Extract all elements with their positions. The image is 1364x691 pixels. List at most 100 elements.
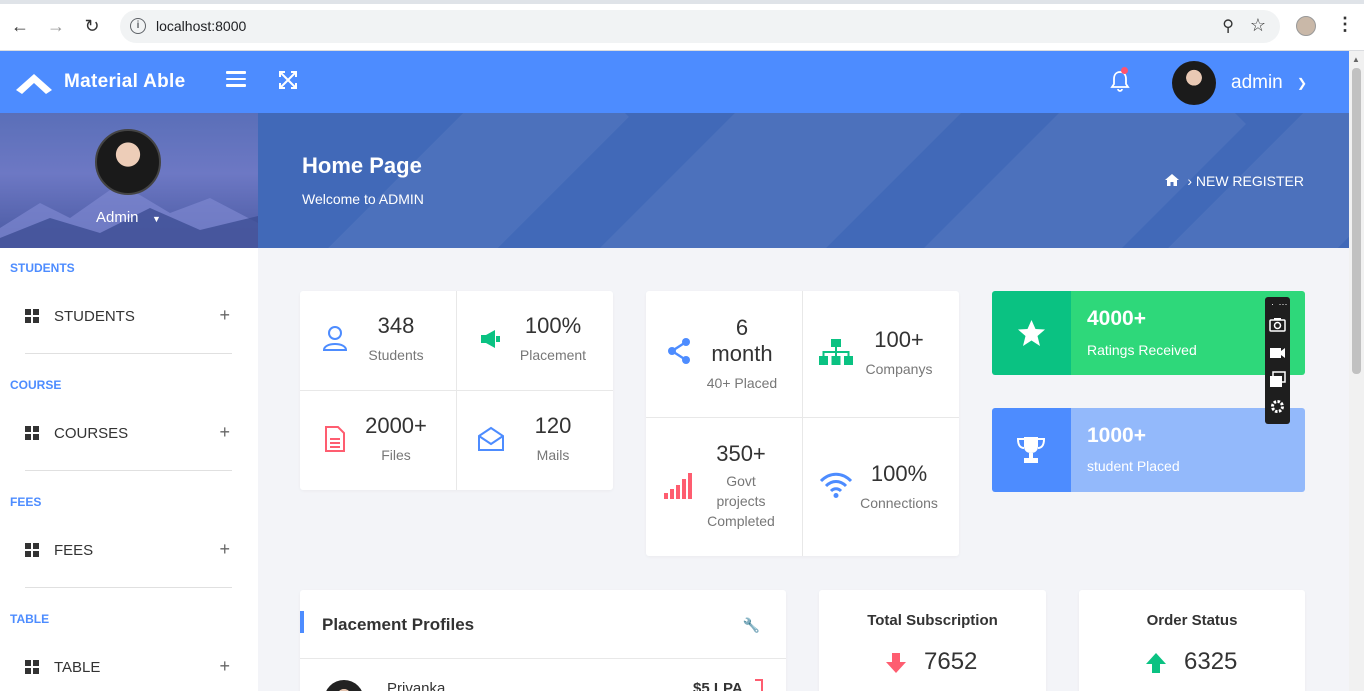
expand-plus-icon[interactable]: + — [219, 656, 230, 677]
card-title: Total Subscription — [867, 612, 998, 629]
expand-plus-icon[interactable]: + — [219, 539, 230, 560]
stat-label-line: Completed — [707, 513, 775, 529]
site-info-icon[interactable]: i — [130, 18, 146, 34]
section-title-fees: FEES — [10, 495, 42, 509]
stat-students: 348 Students — [356, 313, 436, 365]
url-text[interactable]: localhost:8000 — [156, 18, 246, 34]
placement-profiles-card: Placement Profiles 🔧 Privanka $5 LPA — [300, 590, 786, 691]
sidebar-item-label: FEES — [54, 542, 94, 559]
chevron-down-icon[interactable]: ❯ — [1297, 76, 1307, 90]
gear-icon[interactable] — [1269, 398, 1286, 415]
stat-mails: 120 Mails — [513, 413, 593, 465]
share-icon — [668, 338, 690, 364]
page-scrollbar[interactable]: ▲ — [1349, 51, 1364, 691]
browser-menu-icon[interactable]: ⋮ — [1336, 14, 1354, 35]
file-icon — [325, 426, 345, 452]
card-accent-bar — [300, 611, 304, 633]
browser-toolbar: ← → ↻ i localhost:8000 ⚲ ☆ ⋮ — [0, 0, 1364, 51]
video-camera-icon[interactable] — [1269, 344, 1286, 361]
placed-label: student Placed — [1087, 458, 1180, 474]
profile-package: $5 LPA — [693, 680, 743, 691]
app-header: Material Able admin ❯ — [0, 51, 1349, 113]
reload-icon[interactable]: ↻ — [80, 14, 104, 38]
more-dots-icon[interactable]: · ⋯ — [1271, 299, 1289, 310]
grid-icon — [25, 426, 39, 440]
profile-avatar[interactable] — [95, 129, 161, 195]
breadcrumb-separator: › — [1187, 173, 1192, 189]
total-subscription-card: Total Subscription 7652 — [819, 590, 1046, 691]
back-icon[interactable]: ← — [8, 14, 32, 38]
user-avatar[interactable] — [1172, 61, 1216, 105]
sidebar-item-courses[interactable]: COURSES + — [25, 418, 235, 448]
address-bar[interactable]: i localhost:8000 ⚲ ☆ — [120, 10, 1280, 43]
window-capture-icon[interactable] — [1269, 371, 1286, 388]
sidebar-item-table[interactable]: TABLE + — [25, 652, 235, 682]
scrollbar-thumb[interactable] — [1352, 68, 1361, 374]
sidebar-item-fees[interactable]: FEES + — [25, 535, 235, 565]
stat-value-unit: month — [711, 341, 773, 366]
notification-dot — [1121, 67, 1128, 74]
subscription-value: 7652 — [924, 648, 978, 675]
trend-indicator-icon — [755, 679, 763, 691]
profile-avatar[interactable] — [324, 680, 364, 691]
stats-card-overview: 348 Students 100% Placement 2000+ Files … — [300, 291, 613, 490]
home-icon[interactable] — [1165, 174, 1180, 186]
breadcrumb: › NEW REGISTER — [1165, 173, 1304, 189]
profile-name[interactable]: Admin — [96, 209, 139, 226]
stat-companies: 100+ Companys — [859, 327, 939, 379]
wifi-icon — [819, 472, 853, 498]
stats-card-placements: 6 month 40+ Placed 100+ Companys 350+ Go… — [646, 291, 959, 556]
tab-strip — [0, 0, 1364, 4]
order-status-card: Order Status 6325 — [1079, 590, 1305, 691]
forward-icon[interactable]: → — [44, 14, 68, 38]
section-title-course: COURSE — [10, 378, 62, 392]
browser-profile-avatar[interactable] — [1296, 16, 1316, 36]
star-icon — [1018, 320, 1045, 346]
stat-connections: 100% Connections — [854, 461, 944, 513]
profile-name[interactable]: Privanka — [387, 680, 445, 691]
divider — [25, 587, 232, 588]
scroll-up-icon[interactable]: ▲ — [1352, 55, 1360, 64]
bookmark-star-icon[interactable]: ☆ — [1250, 15, 1266, 36]
logo-icon — [16, 74, 52, 94]
wrench-icon[interactable]: 🔧 — [743, 617, 760, 634]
fullscreen-icon[interactable] — [278, 70, 298, 90]
camera-icon[interactable] — [1269, 316, 1286, 333]
stat-files: 2000+ Files — [356, 413, 436, 465]
grid-icon — [25, 543, 39, 557]
signal-bars-icon — [664, 473, 692, 499]
ratings-icon-panel — [992, 291, 1071, 375]
breadcrumb-current[interactable]: NEW REGISTER — [1196, 173, 1304, 189]
brand-name[interactable]: Material Able — [64, 71, 185, 93]
user-icon — [322, 326, 348, 351]
stat-label: Connections — [860, 495, 938, 511]
trophy-icon — [1016, 437, 1046, 463]
user-name[interactable]: admin — [1231, 72, 1283, 94]
card-title: Placement Profiles — [322, 615, 475, 634]
order-value: 6325 — [1184, 648, 1238, 675]
zoom-icon[interactable]: ⚲ — [1222, 16, 1234, 36]
expand-plus-icon[interactable]: + — [219, 305, 230, 326]
placed-icon-panel — [992, 408, 1071, 492]
caret-down-icon[interactable]: ▼ — [152, 214, 161, 224]
ratings-label: Ratings Received — [1087, 342, 1197, 358]
stat-value: 100% — [524, 313, 582, 338]
sidebar-item-label: TABLE — [54, 659, 101, 676]
students-placed-card: 1000+ student Placed — [992, 408, 1305, 492]
stat-months: 6 month 40+ Placed — [702, 315, 782, 393]
ratings-value: 4000+ — [1087, 307, 1146, 330]
screen-capture-toolbar: · ⋯ — [1265, 297, 1290, 424]
bell-icon[interactable] — [1110, 70, 1130, 92]
divider — [25, 470, 232, 471]
expand-plus-icon[interactable]: + — [219, 422, 230, 443]
sidebar-item-label: COURSES — [54, 425, 129, 442]
stat-value: 348 — [377, 313, 415, 338]
page-title: Home Page — [302, 153, 422, 178]
stat-label: Placement — [519, 347, 587, 363]
section-title-students: STUDENTS — [10, 261, 75, 275]
hamburger-menu-icon[interactable] — [226, 71, 246, 89]
ratings-card: 4000+ Ratings Received — [992, 291, 1305, 375]
stat-label-line: Govt — [726, 473, 756, 489]
grid-icon — [25, 660, 39, 674]
sidebar-item-students[interactable]: STUDENTS + — [25, 301, 235, 331]
